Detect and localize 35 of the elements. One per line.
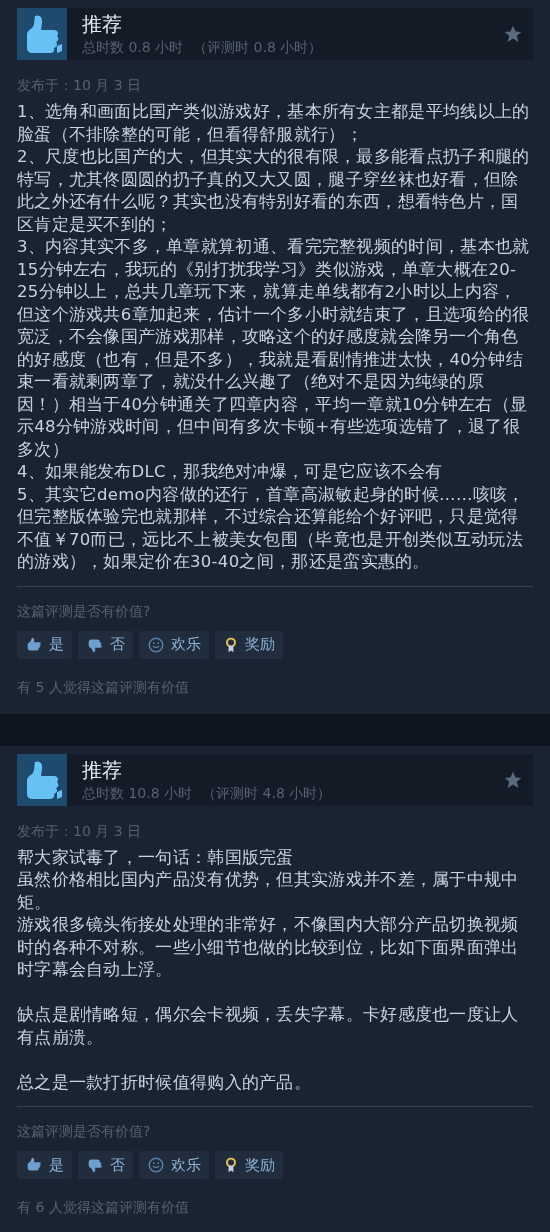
playtime-text: 总时数 0.8 小时: [82, 38, 184, 57]
smiley-icon: [147, 1156, 165, 1174]
helpful-count: 有 6 人觉得这篇评测有价值: [17, 1198, 190, 1217]
playtime-at-review-text: （评测时 4.8 小时）: [202, 783, 332, 803]
vote-button[interactable]: 欢乐: [139, 1151, 209, 1179]
playtime-at-review-text: （评测时 0.8 小时）: [193, 38, 323, 57]
award-ribbon-icon: [223, 1156, 239, 1174]
review-paragraph: 4、如果能发布DLC，那我绝对冲爆，可是它应该不会有: [17, 461, 444, 483]
review-paragraph: 5、其实它demo内容做的还行，首章高淑敏起身的时候……咳咳，但完整版体验完也就那样，不过综合还算能给个好评吧，只是觉得不值￥70而已，远比不上被美女包围（毕竟也是开创类似互动玩法的游戏），如果定价在30-40之间，那还是蛮实惠的。: [17, 483, 526, 573]
vote-button[interactable]: 奖励: [215, 1151, 283, 1179]
vote-button[interactable]: 欢乐: [139, 630, 209, 659]
award-ribbon-icon: [223, 635, 239, 654]
review-paragraph: 1、选角和画面比国产类似游戏好，基本所有女主都是平均线以上的脸蛋（不排除整的可能，但看得舒服就行）；: [17, 101, 531, 146]
review-paragraph: 游戏很多镜头衔接处处理的非常好，不像国内大部分产品切换视频时的各种不对称。一些小细节也做的比较到位，比如下面界面弹出时字幕会自动上浮。: [17, 914, 520, 981]
vote-button[interactable]: 否: [78, 630, 133, 659]
vote-button[interactable]: 是: [17, 1151, 72, 1179]
helpful-question: 这篇评测是否有价值?: [17, 1122, 152, 1141]
review-paragraph: 缺点是剧情略短，偶尔会卡视频，丢失字幕。卡好感度也一度让人有点崩溃。: [17, 1004, 520, 1049]
review-paragraph: 3、内容其实不多，单章就算初通、看完完整视频的时间，基本也就15分钟左右，我玩的《别打扰我学习》类似游戏，单章大概在20-25分钟以上，总共几章玩下来，就算走单线都有2小时以上内容，但这个游戏共6章加起来，估计一个多小时就结束了，且选项给的很宽泛，不会像国产游戏那样，攻略这个的好感度就会降另一个角色的好感度（也有，但是不多），我就是看剧情推进太快，40分钟结束一看就剩两章了，就没什么兴趣了（绝对不是因为纯绿的原因！）相当于40分钟通关了四章内容，平均一章就10分钟左右（显示48分钟游戏时间，但中间有多次卡顿+有些选项选错了，退了很多次）: [17, 236, 531, 461]
review-paragraph: 2、尺度也比国产的大，但其实大的很有限，最多能看点扔子和腿的特写，尤其佟圆圆的扔子真的又大又圆，腿子穿丝袜也好看，但除此之外还有什么呢？其实也没有特别好看的东西，想看特色片，国区肯定是买不到的；: [17, 146, 531, 236]
review-verdict: 推荐: [82, 11, 123, 37]
playtime-text: 总时数 10.8 小时: [82, 783, 193, 803]
thumbs-up-icon: [17, 753, 67, 806]
helpful-question: 这篇评测是否有价值?: [17, 601, 152, 621]
review-verdict: 推荐: [82, 756, 123, 783]
review-paragraph: 总之是一款打折时候值得购入的产品。: [17, 1071, 313, 1094]
vote-button[interactable]: 否: [78, 1151, 133, 1179]
smiley-icon: [147, 635, 165, 654]
vote-button[interactable]: 奖励: [215, 630, 283, 659]
vote-button[interactable]: 是: [17, 630, 72, 659]
review-paragraph: 帮大家试毒了，一句话：韩国版完蛋: [17, 846, 295, 869]
star-icon[interactable]: [503, 24, 523, 44]
helpful-count: 有 5 人觉得这篇评测有价值: [17, 677, 190, 697]
review-paragraph: 虽然价格相比国内产品没有优势，但其实游戏并不差，属于中规中矩。: [17, 869, 520, 914]
thumbs-up-icon: [17, 8, 67, 60]
